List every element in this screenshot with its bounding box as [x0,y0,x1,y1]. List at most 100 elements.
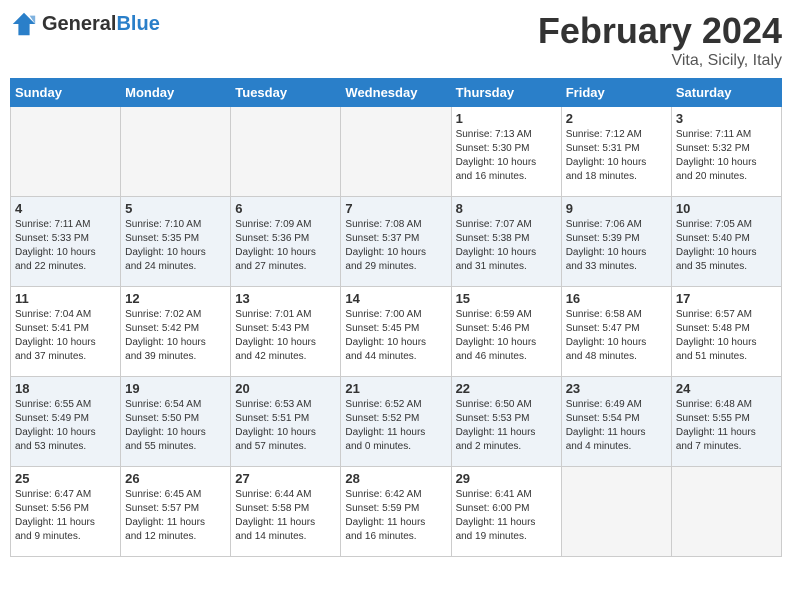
day-info: Sunrise: 6:54 AM Sunset: 5:50 PM Dayligh… [125,398,226,454]
day-cell: 14 Sunrise: 7:00 AM Sunset: 5:45 PM Dayli… [341,287,451,377]
day-info: Sunrise: 6:57 AM Sunset: 5:48 PM Dayligh… [676,308,777,364]
day-info: Sunrise: 7:05 AM Sunset: 5:40 PM Dayligh… [676,218,777,274]
day-number: 27 [235,471,336,486]
logo-text: GeneralBlue [42,13,160,36]
header-sunday: Sunday [11,79,121,107]
day-number: 25 [15,471,116,486]
header-friday: Friday [561,79,671,107]
week-row-1: 1 Sunrise: 7:13 AM Sunset: 5:30 PM Daylig… [11,107,782,197]
day-info: Sunrise: 7:10 AM Sunset: 5:35 PM Dayligh… [125,218,226,274]
day-cell: 11 Sunrise: 7:04 AM Sunset: 5:41 PM Dayli… [11,287,121,377]
calendar-table: Sunday Monday Tuesday Wednesday Thursday… [10,78,782,557]
day-cell: 9 Sunrise: 7:06 AM Sunset: 5:39 PM Daylig… [561,197,671,287]
day-number: 13 [235,291,336,306]
day-number: 10 [676,201,777,216]
day-cell: 19 Sunrise: 6:54 AM Sunset: 5:50 PM Dayli… [121,377,231,467]
header-tuesday: Tuesday [231,79,341,107]
day-cell: 18Sunrise: 6:55 AM Sunset: 5:49 PM Dayli… [11,377,121,467]
day-number: 6 [235,201,336,216]
day-info: Sunrise: 7:06 AM Sunset: 5:39 PM Dayligh… [566,218,667,274]
day-cell [231,107,341,197]
day-number: 1 [456,111,557,126]
day-cell: 25Sunrise: 6:47 AM Sunset: 5:56 PM Dayli… [11,467,121,557]
day-info: Sunrise: 6:55 AM Sunset: 5:49 PM Dayligh… [15,398,116,454]
day-cell: 27 Sunrise: 6:44 AM Sunset: 5:58 PM Dayli… [231,467,341,557]
header-thursday: Thursday [451,79,561,107]
day-cell: 17Sunrise: 6:57 AM Sunset: 5:48 PM Dayli… [671,287,781,377]
day-cell: 15 Sunrise: 6:59 AM Sunset: 5:46 PM Dayli… [451,287,561,377]
day-info: Sunrise: 6:44 AM Sunset: 5:58 PM Dayligh… [235,488,336,544]
day-number: 9 [566,201,667,216]
day-info: Sunrise: 7:00 AM Sunset: 5:45 PM Dayligh… [345,308,446,364]
day-number: 11 [15,291,116,306]
day-info: Sunrise: 7:12 AM Sunset: 5:31 PM Dayligh… [566,128,667,184]
day-info: Sunrise: 7:11 AM Sunset: 5:32 PM Dayligh… [676,128,777,184]
day-cell: 3 Sunrise: 7:11 AM Sunset: 5:32 PM Daylig… [671,107,781,197]
day-cell [561,467,671,557]
day-cell: 23Sunrise: 6:49 AM Sunset: 5:54 PM Dayli… [561,377,671,467]
day-cell: 10 Sunrise: 7:05 AM Sunset: 5:40 PM Dayli… [671,197,781,287]
week-row-4: 18Sunrise: 6:55 AM Sunset: 5:49 PM Dayli… [11,377,782,467]
day-cell: 21 Sunrise: 6:52 AM Sunset: 5:52 PM Dayli… [341,377,451,467]
week-row-2: 4 Sunrise: 7:11 AM Sunset: 5:33 PM Daylig… [11,197,782,287]
day-cell: 16 Sunrise: 6:58 AM Sunset: 5:47 PM Dayli… [561,287,671,377]
day-number: 15 [456,291,557,306]
week-row-3: 11 Sunrise: 7:04 AM Sunset: 5:41 PM Dayli… [11,287,782,377]
day-number: 22 [456,381,557,396]
day-info: Sunrise: 7:07 AM Sunset: 5:38 PM Dayligh… [456,218,557,274]
day-number: 28 [345,471,446,486]
day-info: Sunrise: 7:04 AM Sunset: 5:41 PM Dayligh… [15,308,116,364]
day-number: 20 [235,381,336,396]
day-cell: 5 Sunrise: 7:10 AM Sunset: 5:35 PM Daylig… [121,197,231,287]
day-info: Sunrise: 7:01 AM Sunset: 5:43 PM Dayligh… [235,308,336,364]
day-number: 14 [345,291,446,306]
day-cell [341,107,451,197]
day-number: 2 [566,111,667,126]
header-monday: Monday [121,79,231,107]
header-saturday: Saturday [671,79,781,107]
day-number: 29 [456,471,557,486]
day-info: Sunrise: 7:11 AM Sunset: 5:33 PM Dayligh… [15,218,116,274]
logo-blue: Blue [116,13,159,35]
day-number: 5 [125,201,226,216]
day-info: Sunrise: 6:48 AM Sunset: 5:55 PM Dayligh… [676,398,777,454]
day-number: 12 [125,291,226,306]
day-number: 16 [566,291,667,306]
week-row-5: 25Sunrise: 6:47 AM Sunset: 5:56 PM Dayli… [11,467,782,557]
logo-icon [10,10,38,38]
day-info: Sunrise: 6:45 AM Sunset: 5:57 PM Dayligh… [125,488,226,544]
day-number: 4 [15,201,116,216]
day-number: 26 [125,471,226,486]
day-cell: 7 Sunrise: 7:08 AM Sunset: 5:37 PM Daylig… [341,197,451,287]
day-cell: 1 Sunrise: 7:13 AM Sunset: 5:30 PM Daylig… [451,107,561,197]
day-number: 19 [125,381,226,396]
day-cell: 20 Sunrise: 6:53 AM Sunset: 5:51 PM Dayli… [231,377,341,467]
day-info: Sunrise: 6:59 AM Sunset: 5:46 PM Dayligh… [456,308,557,364]
page-header: GeneralBlue February 2024 Vita, Sicily, … [10,10,782,70]
logo: GeneralBlue [10,10,160,38]
day-info: Sunrise: 6:42 AM Sunset: 5:59 PM Dayligh… [345,488,446,544]
day-number: 23 [566,381,667,396]
title-block: February 2024 Vita, Sicily, Italy [538,10,782,70]
day-info: Sunrise: 7:13 AM Sunset: 5:30 PM Dayligh… [456,128,557,184]
day-cell [671,467,781,557]
day-number: 7 [345,201,446,216]
day-info: Sunrise: 7:02 AM Sunset: 5:42 PM Dayligh… [125,308,226,364]
day-cell: 8 Sunrise: 7:07 AM Sunset: 5:38 PM Daylig… [451,197,561,287]
day-number: 24 [676,381,777,396]
day-number: 3 [676,111,777,126]
day-info: Sunrise: 6:52 AM Sunset: 5:52 PM Dayligh… [345,398,446,454]
calendar-title: February 2024 [538,10,782,52]
day-number: 8 [456,201,557,216]
day-cell: 6 Sunrise: 7:09 AM Sunset: 5:36 PM Daylig… [231,197,341,287]
day-cell: 2 Sunrise: 7:12 AM Sunset: 5:31 PM Daylig… [561,107,671,197]
logo-general: General [42,13,116,35]
calendar-subtitle: Vita, Sicily, Italy [538,52,782,70]
day-info: Sunrise: 6:53 AM Sunset: 5:51 PM Dayligh… [235,398,336,454]
day-info: Sunrise: 6:50 AM Sunset: 5:53 PM Dayligh… [456,398,557,454]
day-info: Sunrise: 7:08 AM Sunset: 5:37 PM Dayligh… [345,218,446,274]
day-number: 21 [345,381,446,396]
day-info: Sunrise: 6:58 AM Sunset: 5:47 PM Dayligh… [566,308,667,364]
day-info: Sunrise: 7:09 AM Sunset: 5:36 PM Dayligh… [235,218,336,274]
day-info: Sunrise: 6:41 AM Sunset: 6:00 PM Dayligh… [456,488,557,544]
